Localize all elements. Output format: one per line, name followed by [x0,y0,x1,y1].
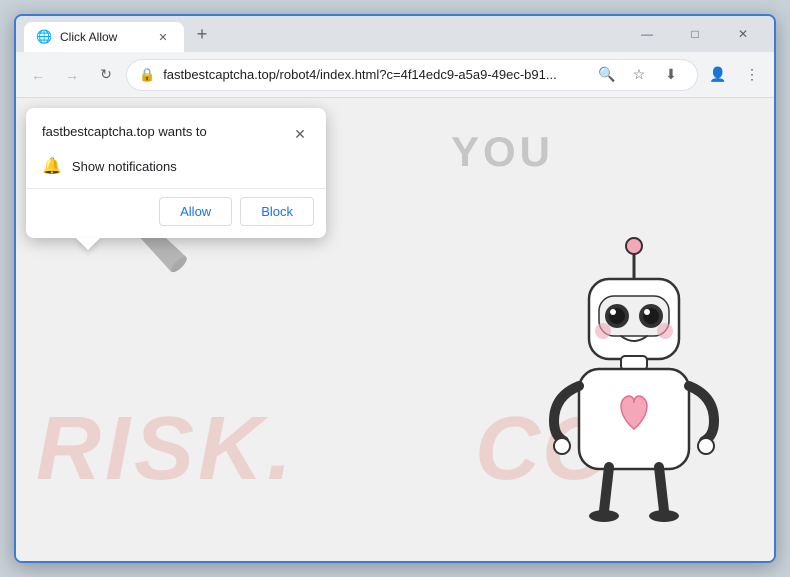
address-input-wrap[interactable]: 🔒 fastbestcaptcha.top/robot4/index.html?… [126,59,698,91]
browser-window: 🌐 Click Allow ✕ + — □ ✕ ← → ↻ 🔒 fastbest… [14,14,776,563]
refresh-icon: ↻ [100,66,112,83]
address-text: fastbestcaptcha.top/robot4/index.html?c=… [163,67,585,82]
download-icon: ⬇ [665,66,677,83]
page-content: 🔍 YOU RISK. CO [16,98,774,561]
title-bar: 🌐 Click Allow ✕ + — □ ✕ [16,16,774,52]
search-icon: 🔍 [598,66,615,83]
popup-title: fastbestcaptcha.top wants to [42,124,207,139]
popup-notification-row: 🔔 Show notifications [26,152,326,188]
bookmark-button[interactable]: ☆ [625,61,653,89]
tab-title: Click Allow [60,30,146,44]
forward-button[interactable]: → [58,61,86,89]
address-bar: ← → ↻ 🔒 fastbestcaptcha.top/robot4/index… [16,52,774,98]
minimize-button[interactable]: — [624,16,670,52]
account-button[interactable]: 👤 [704,61,732,89]
address-icons: 🔍 ☆ ⬇ [593,61,685,89]
account-icon: 👤 [709,66,726,83]
back-button[interactable]: ← [24,61,52,89]
close-button[interactable]: ✕ [720,16,766,52]
you-watermark-text: YOU [451,128,554,176]
download-button[interactable]: ⬇ [657,61,685,89]
allow-button[interactable]: Allow [159,197,232,226]
new-tab-button[interactable]: + [188,20,216,48]
popup-notification-text: Show notifications [72,159,177,174]
browser-tab[interactable]: 🌐 Click Allow ✕ [24,22,184,52]
search-icon-btn[interactable]: 🔍 [593,61,621,89]
maximize-button[interactable]: □ [672,16,718,52]
notification-popup: fastbestcaptcha.top wants to ✕ 🔔 Show no… [26,108,326,238]
robot-illustration [524,221,744,541]
watermark-risk-text: RISK. [36,398,296,501]
star-icon: ☆ [633,66,646,83]
refresh-button[interactable]: ↻ [92,61,120,89]
tab-favicon-icon: 🌐 [36,29,52,45]
block-button[interactable]: Block [240,197,314,226]
tab-close-button[interactable]: ✕ [154,28,172,46]
tab-area: 🌐 Click Allow ✕ + [24,16,624,52]
robot-svg [524,221,744,541]
window-controls: — □ ✕ [624,16,766,52]
popup-close-button[interactable]: ✕ [290,124,310,144]
popup-actions: Allow Block [26,188,326,238]
popup-tail [76,238,100,250]
page-background: 🔍 YOU RISK. CO [16,98,774,561]
menu-icon: ⋮ [745,66,759,83]
back-icon: ← [31,67,45,83]
popup-header: fastbestcaptcha.top wants to ✕ [26,108,326,152]
lock-icon: 🔒 [139,67,155,83]
menu-button[interactable]: ⋮ [738,61,766,89]
forward-icon: → [65,67,79,83]
bell-icon: 🔔 [42,156,62,176]
